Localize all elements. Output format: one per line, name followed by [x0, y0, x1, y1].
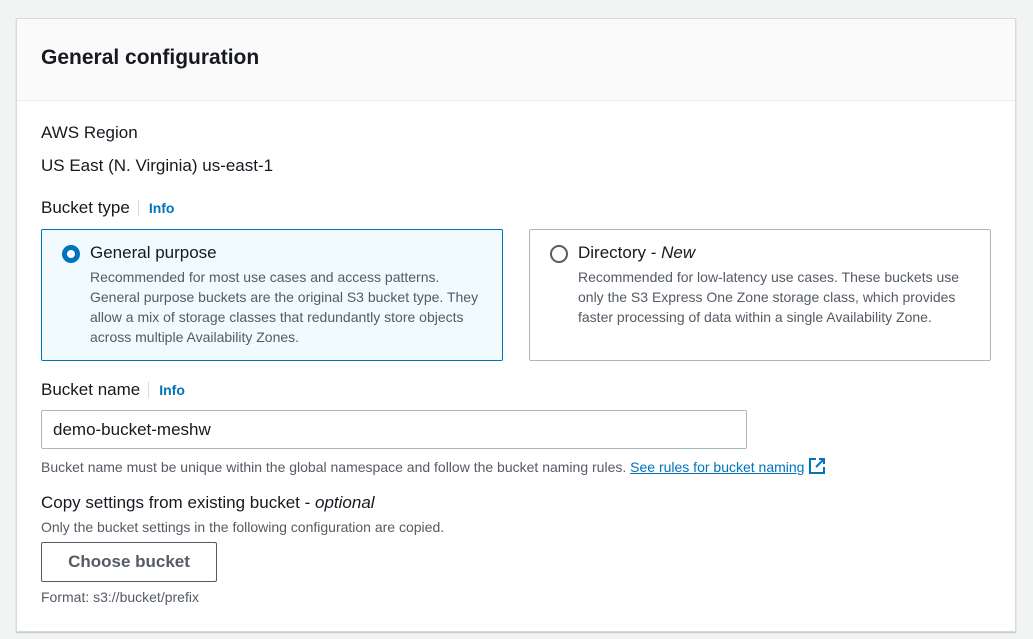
aws-region-value: US East (N. Virginia) us-east-1	[41, 156, 274, 175]
copy-settings-description: Only the bucket settings in the followin…	[41, 519, 445, 535]
bucket-name-hint-text: Bucket name must be unique within the gl…	[41, 459, 627, 475]
bucket-type-info-link[interactable]: Info	[137, 200, 175, 216]
bucket-name-header: Bucket name Info	[41, 380, 185, 400]
optional-tag: optional	[315, 493, 375, 512]
radio-unselected-icon[interactable]	[550, 245, 568, 263]
panel-header: General configuration	[17, 19, 1015, 101]
bucket-name-info-link[interactable]: Info	[148, 382, 185, 398]
bucket-name-label: Bucket name	[41, 380, 141, 399]
new-badge: New	[661, 243, 696, 262]
directory-description: Recommended for low-latency use cases. T…	[578, 269, 960, 325]
general-configuration-panel: General configuration AWS Region US East…	[16, 18, 1016, 632]
bucket-name-hint: Bucket name must be unique within the gl…	[41, 457, 826, 478]
format-hint: Format: s3://bucket/prefix	[41, 589, 199, 605]
general-purpose-title: General purpose	[90, 243, 217, 262]
directory-title: Directory - New	[578, 243, 696, 262]
general-purpose-description: Recommended for most use cases and acces…	[90, 269, 479, 345]
bucket-type-general-purpose-tile[interactable]: General purpose Recommended for most use…	[41, 229, 503, 361]
bucket-type-label: Bucket type	[41, 198, 130, 217]
bucket-type-directory-tile[interactable]: Directory - New Recommended for low-late…	[529, 229, 991, 361]
bucket-name-input[interactable]: demo-bucket-meshw	[41, 410, 747, 449]
panel-title: General configuration	[41, 46, 260, 69]
bucket-naming-rules-link[interactable]: See rules for bucket naming	[630, 459, 804, 475]
aws-region-label: AWS Region	[41, 123, 138, 142]
copy-settings-label: Copy settings from existing bucket - opt…	[41, 493, 375, 512]
choose-bucket-button[interactable]: Choose bucket	[41, 542, 217, 582]
external-link-icon[interactable]	[808, 457, 826, 478]
bucket-type-header: Bucket type Info	[41, 198, 175, 218]
radio-selected-icon[interactable]	[62, 245, 80, 263]
